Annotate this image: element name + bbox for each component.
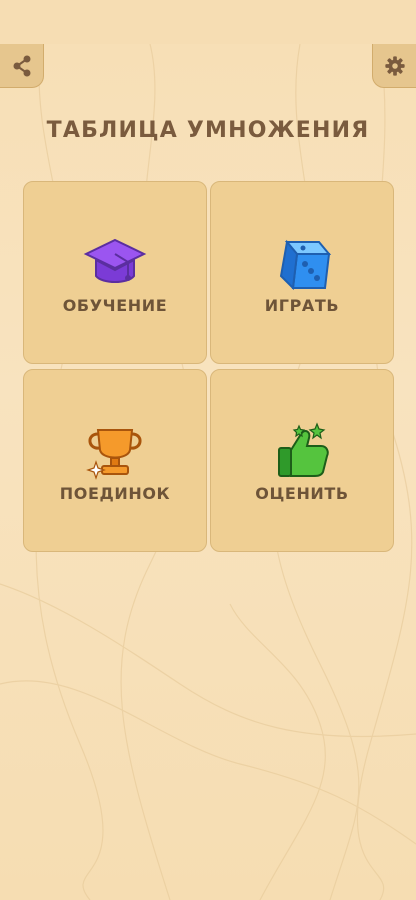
rate-tile[interactable]: ОЦЕНИТЬ <box>210 369 394 552</box>
dice-icon <box>279 239 332 291</box>
duel-label: ПОЕДИНОК <box>59 484 171 503</box>
trophy-icon <box>86 429 142 480</box>
thumbs-up-icon <box>278 422 329 477</box>
graduation-cap-icon <box>83 238 147 283</box>
gear-icon <box>384 55 405 76</box>
rate-label: ОЦЕНИТЬ <box>255 484 349 503</box>
settings-button[interactable] <box>372 44 416 88</box>
page-title: ТАБЛИЦА УМНОЖЕНИЯ <box>46 118 370 143</box>
play-tile[interactable]: ИГРАТЬ <box>210 181 394 364</box>
learn-label: ОБУЧЕНИЕ <box>62 296 168 315</box>
play-label: ИГРАТЬ <box>264 296 340 315</box>
status-bar <box>0 0 416 44</box>
share-icon <box>13 55 30 76</box>
learn-tile[interactable]: ОБУЧЕНИЕ <box>23 181 207 364</box>
share-button[interactable] <box>0 44 44 88</box>
duel-tile[interactable]: ПОЕДИНОК <box>23 369 207 552</box>
